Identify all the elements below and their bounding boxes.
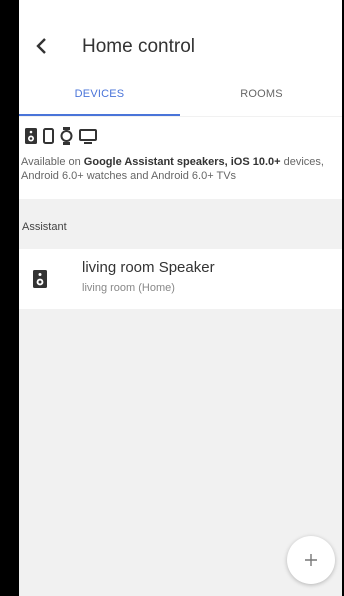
device-list-item[interactable]: living room Speaker living room (Home) [19,249,342,309]
device-name: living room Speaker [82,259,215,276]
speaker-icon [25,128,37,144]
tab-bar: DEVICES ROOMS [19,72,342,116]
back-button[interactable] [27,32,55,60]
speaker-icon [33,270,47,288]
chevron-left-icon [36,38,46,54]
section-label-assistant: Assistant [22,221,67,233]
page-title: Home control [82,36,195,57]
tab-rooms[interactable]: ROOMS [181,72,342,116]
supported-device-icons [25,127,97,145]
availability-text-prefix: Available on [21,156,84,168]
watch-icon [60,127,73,145]
availability-text-bold: Google Assistant speakers, iOS 10.0+ [83,156,281,168]
availability-card: Available on Google Assistant speakers, … [19,117,342,199]
availability-text: Available on Google Assistant speakers, … [21,155,339,183]
device-location: living room (Home) [82,282,175,294]
add-device-button[interactable] [287,536,335,584]
tv-icon [79,128,97,144]
active-tab-indicator [19,114,180,116]
home-control-screen: Home control DEVICES ROOMS Available on … [19,0,342,596]
tab-devices[interactable]: DEVICES [19,72,180,116]
plus-icon [305,554,317,566]
app-bar: Home control [19,0,342,72]
phone-icon [43,128,54,144]
